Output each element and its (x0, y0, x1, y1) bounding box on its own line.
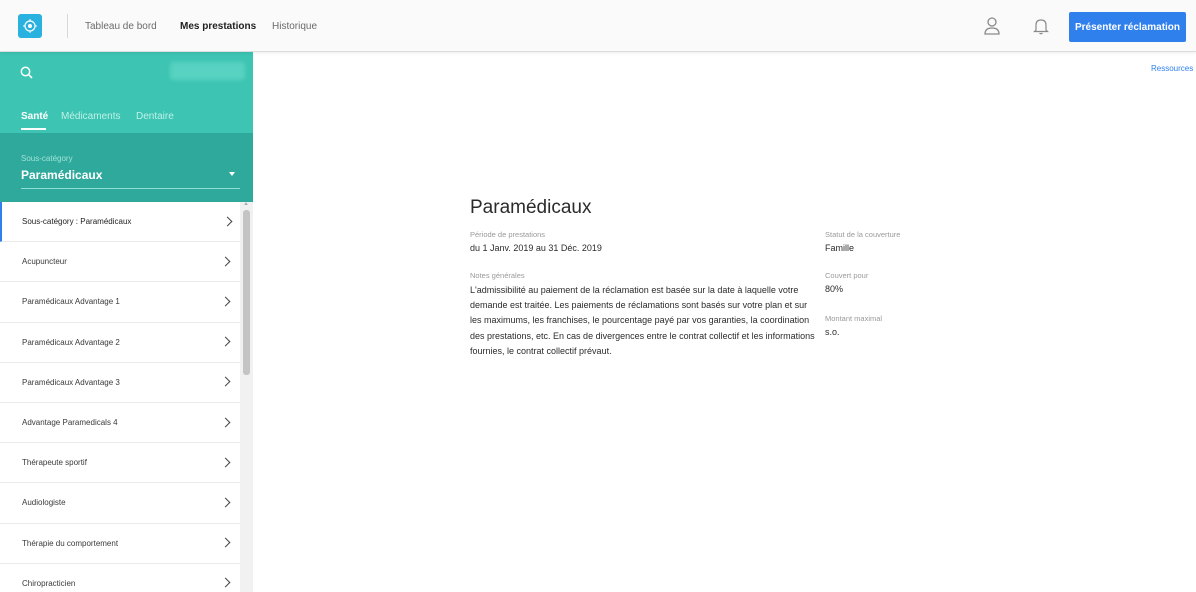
subcategory-label: Sous-catégory (21, 154, 73, 163)
list-item-label: Audiologiste (22, 498, 66, 508)
notes-text: L'admissibilité au paiement de la réclam… (470, 285, 815, 356)
user-icon[interactable] (983, 16, 1001, 36)
list-item[interactable]: Thérapie du comportement (0, 524, 240, 564)
max-amount-label: Montant maximal (825, 314, 883, 323)
list-item[interactable]: Thérapeute sportif (0, 443, 240, 484)
chevron-right-icon (220, 497, 231, 508)
search-input[interactable] (170, 62, 245, 80)
active-tab-indicator (21, 128, 46, 130)
list-item[interactable]: Acupuncteur (0, 242, 240, 283)
tab-dentaire[interactable]: Dentaire (136, 111, 174, 122)
notes-label: Notes générales (470, 271, 525, 280)
subcategory-value[interactable]: Paramédicaux (21, 168, 102, 182)
list-item[interactable]: Paramédicaux Advantage 2 (0, 323, 240, 363)
period-label: Période de prestations (470, 230, 546, 239)
page-title: Paramédicaux (470, 197, 592, 218)
sidebar-scrollbar[interactable] (240, 202, 253, 592)
list-item[interactable]: Audiologiste (0, 483, 240, 524)
sidebar: Santé Médicaments Dentaire Sous-catégory… (0, 52, 253, 592)
nav-my-benefits[interactable]: Mes prestations (180, 21, 256, 32)
logo-icon (23, 19, 37, 33)
list-item-label: Paramédicaux Advantage 2 (22, 337, 120, 347)
logo[interactable] (18, 14, 42, 38)
chevron-right-icon (220, 376, 231, 387)
list-item[interactable]: Chiropracticien (0, 564, 240, 592)
list-item[interactable]: Sous-catégory : Paramédicaux (0, 202, 240, 243)
list-item-label: Paramédicaux Advantage 1 (22, 297, 120, 307)
category-tabs: Santé Médicaments Dentaire (0, 97, 253, 133)
bell-icon[interactable] (1033, 17, 1049, 35)
list-item-label: Acupuncteur (22, 257, 67, 267)
scrollbar-thumb[interactable] (243, 210, 250, 375)
submit-claim-button[interactable]: Présenter réclamation (1069, 12, 1186, 42)
coverage-status-value: Famille (825, 243, 855, 253)
covered-for-label: Couvert pour (825, 271, 869, 280)
chevron-right-icon (220, 256, 231, 267)
coverage-status-label: Statut de la couverture (825, 230, 901, 239)
topbar-divider (67, 14, 68, 38)
chevron-right-icon (220, 577, 231, 588)
list-item-label: Advantage Paramedicals 4 (22, 418, 118, 428)
chevron-down-icon[interactable] (229, 172, 235, 176)
chevron-right-icon (220, 457, 231, 468)
period-value: du 1 Janv. 2019 au 31 Déc. 2019 (470, 243, 602, 253)
resources-link[interactable]: Ressources (1151, 64, 1193, 73)
list-item-label: Thérapie du comportement (22, 538, 119, 548)
nav-dashboard[interactable]: Tableau de bord (85, 21, 157, 32)
subcategory-underline (21, 188, 240, 189)
chevron-right-icon (220, 537, 231, 548)
list-item-label: Thérapeute sportif (22, 458, 87, 468)
max-amount-value: s.o. (825, 327, 840, 337)
list-item[interactable]: Advantage Paramedicals 4 (0, 403, 240, 444)
list-item-label: Sous-catégory : Paramédicaux (22, 217, 132, 227)
subcategory-list: Sous-catégory : Paramédicaux Acupuncteur… (0, 202, 240, 592)
top-bar: Tableau de bord Mes prestations Historiq… (0, 0, 1196, 52)
tab-sante[interactable]: Santé (21, 111, 48, 122)
subcategory-select[interactable]: Sous-catégory Paramédicaux (0, 133, 253, 202)
list-item[interactable]: Paramédicaux Advantage 3 (0, 363, 240, 403)
list-item[interactable]: Paramédicaux Advantage 1 (0, 282, 240, 323)
sidebar-search[interactable] (0, 52, 253, 97)
list-item-label: Chiropracticien (22, 578, 76, 588)
chevron-right-icon (220, 417, 231, 427)
search-icon[interactable] (20, 66, 33, 79)
covered-for-value: 80% (825, 284, 844, 294)
tab-medicaments[interactable]: Médicaments (61, 111, 120, 122)
scroll-up-arrow-icon[interactable] (244, 202, 248, 205)
chevron-right-icon (220, 336, 231, 347)
list-item-label: Paramédicaux Advantage 3 (22, 377, 120, 387)
chevron-right-icon (222, 216, 233, 227)
chevron-right-icon (220, 296, 231, 307)
nav-history[interactable]: Historique (272, 21, 317, 32)
